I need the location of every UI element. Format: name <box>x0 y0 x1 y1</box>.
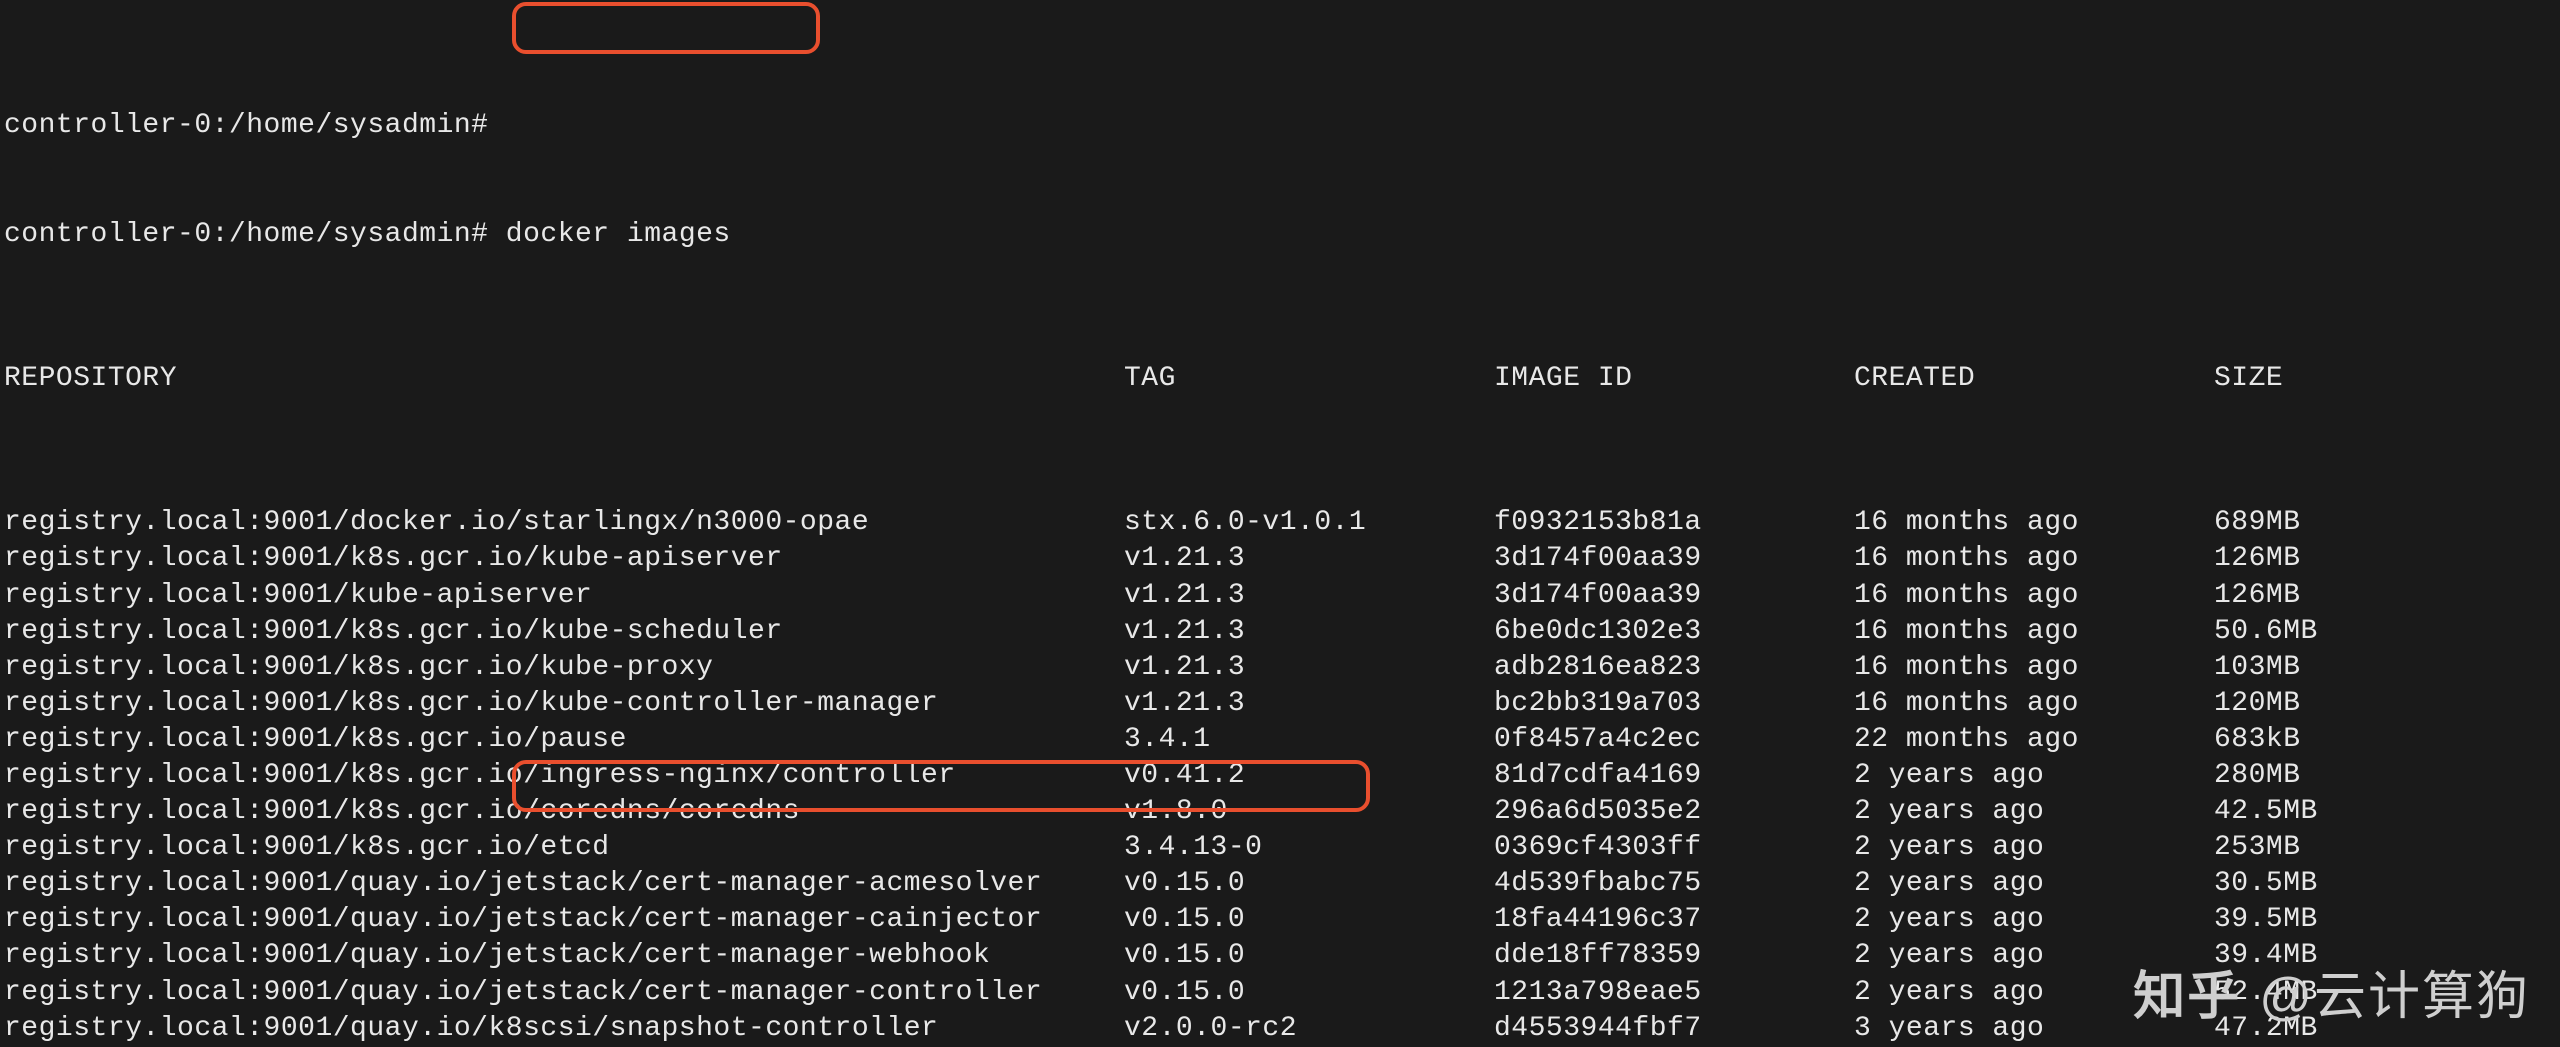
cell-image-id: 1213a798eae5 <box>1494 975 1854 1011</box>
cell-created: 16 months ago <box>1854 578 2214 614</box>
prompt-line-cmd-images: controller-0:/home/sysadmin# docker imag… <box>4 217 2556 253</box>
cell-created: 2 years ago <box>1854 758 2214 794</box>
cell-tag: v0.15.0 <box>1124 975 1494 1011</box>
cell-repository: registry.local:9001/k8s.gcr.io/pause <box>4 722 1124 758</box>
zhihu-logo-icon: 知乎 <box>2133 954 2241 1029</box>
table-row: registry.local:9001/k8s.gcr.io/ingress-n… <box>4 758 2556 794</box>
prompt-line: controller-0:/home/sysadmin# <box>4 108 2556 144</box>
cell-image-id: 4d539fbabc75 <box>1494 866 1854 902</box>
cell-repository: registry.local:9001/k8s.gcr.io/etcd <box>4 830 1124 866</box>
cell-size: 253MB <box>2214 830 2301 866</box>
cell-repository: registry.local:9001/k8s.gcr.io/ingress-n… <box>4 758 1124 794</box>
cell-tag: 3.4.13-0 <box>1124 830 1494 866</box>
watermark: 知乎 @云计算狗 <box>2133 954 2530 1029</box>
cmd-docker-images: docker images <box>506 219 731 250</box>
table-row: registry.local:9001/quay.io/jetstack/cer… <box>4 866 2556 902</box>
cell-tag: v1.21.3 <box>1124 650 1494 686</box>
cell-tag: v1.21.3 <box>1124 686 1494 722</box>
table-row: registry.local:9001/k8s.gcr.io/kube-cont… <box>4 686 2556 722</box>
cell-image-id: 3d174f00aa39 <box>1494 541 1854 577</box>
cell-repository: registry.local:9001/quay.io/jetstack/cer… <box>4 866 1124 902</box>
cell-size: 30.5MB <box>2214 866 2318 902</box>
cell-tag: v0.41.2 <box>1124 758 1494 794</box>
col-created: CREATED <box>1854 361 2214 397</box>
cell-repository: registry.local:9001/k8s.gcr.io/kube-apis… <box>4 541 1124 577</box>
cell-repository: registry.local:9001/quay.io/jetstack/cer… <box>4 938 1124 974</box>
table-row: registry.local:9001/k8s.gcr.io/kube-sche… <box>4 614 2556 650</box>
cell-created: 16 months ago <box>1854 541 2214 577</box>
cell-repository: registry.local:9001/quay.io/k8scsi/snaps… <box>4 1011 1124 1047</box>
cell-created: 16 months ago <box>1854 505 2214 541</box>
cell-image-id: adb2816ea823 <box>1494 650 1854 686</box>
col-size: SIZE <box>2214 361 2283 397</box>
cell-tag: stx.6.0-v1.0.1 <box>1124 505 1494 541</box>
cell-tag: v0.15.0 <box>1124 866 1494 902</box>
cell-tag: 3.4.1 <box>1124 722 1494 758</box>
table-row: registry.local:9001/kube-apiserverv1.21.… <box>4 578 2556 614</box>
cell-created: 22 months ago <box>1854 722 2214 758</box>
cell-tag: v1.21.3 <box>1124 541 1494 577</box>
cell-image-id: bc2bb319a703 <box>1494 686 1854 722</box>
cell-image-id: 0f8457a4c2ec <box>1494 722 1854 758</box>
cell-repository: registry.local:9001/quay.io/jetstack/cer… <box>4 975 1124 1011</box>
table-row: registry.local:9001/k8s.gcr.io/etcd3.4.1… <box>4 830 2556 866</box>
cell-repository: registry.local:9001/k8s.gcr.io/kube-cont… <box>4 686 1124 722</box>
col-tag: TAG <box>1124 361 1494 397</box>
cell-image-id: f0932153b81a <box>1494 505 1854 541</box>
cell-tag: v1.21.3 <box>1124 578 1494 614</box>
cell-size: 126MB <box>2214 578 2301 614</box>
cell-repository: registry.local:9001/k8s.gcr.io/kube-prox… <box>4 650 1124 686</box>
cell-repository: registry.local:9001/quay.io/jetstack/cer… <box>4 902 1124 938</box>
cell-repository: registry.local:9001/k8s.gcr.io/coredns/c… <box>4 794 1124 830</box>
col-repository: REPOSITORY <box>4 361 1124 397</box>
cell-repository: registry.local:9001/docker.io/starlingx/… <box>4 505 1124 541</box>
cell-size: 280MB <box>2214 758 2301 794</box>
cell-repository: registry.local:9001/k8s.gcr.io/kube-sche… <box>4 614 1124 650</box>
table-row: registry.local:9001/quay.io/jetstack/cer… <box>4 902 2556 938</box>
cell-size: 103MB <box>2214 650 2301 686</box>
cell-size: 126MB <box>2214 541 2301 577</box>
cell-tag: v1.8.0 <box>1124 794 1494 830</box>
watermark-text: @云计算狗 <box>2259 954 2530 1029</box>
cell-tag: v0.15.0 <box>1124 938 1494 974</box>
cell-created: 2 years ago <box>1854 794 2214 830</box>
table-row: registry.local:9001/docker.io/starlingx/… <box>4 505 2556 541</box>
cell-image-id: 18fa44196c37 <box>1494 902 1854 938</box>
table-row: registry.local:9001/k8s.gcr.io/coredns/c… <box>4 794 2556 830</box>
cell-size: 683kB <box>2214 722 2301 758</box>
cell-created: 16 months ago <box>1854 686 2214 722</box>
cell-created: 2 years ago <box>1854 902 2214 938</box>
cell-size: 42.5MB <box>2214 794 2318 830</box>
cell-image-id: dde18ff78359 <box>1494 938 1854 974</box>
cell-created: 2 years ago <box>1854 830 2214 866</box>
terminal[interactable]: controller-0:/home/sysadmin# controller-… <box>0 0 2560 1047</box>
cell-created: 16 months ago <box>1854 650 2214 686</box>
cell-image-id: 3d174f00aa39 <box>1494 578 1854 614</box>
cell-tag: v0.15.0 <box>1124 902 1494 938</box>
highlight-docker-images <box>512 2 820 54</box>
cell-image-id: 81d7cdfa4169 <box>1494 758 1854 794</box>
table-header: REPOSITORYTAGIMAGE IDCREATEDSIZE <box>4 361 2556 397</box>
cell-size: 689MB <box>2214 505 2301 541</box>
cell-size: 39.5MB <box>2214 902 2318 938</box>
cell-size: 50.6MB <box>2214 614 2318 650</box>
cell-size: 120MB <box>2214 686 2301 722</box>
table-row: registry.local:9001/k8s.gcr.io/kube-apis… <box>4 541 2556 577</box>
col-image-id: IMAGE ID <box>1494 361 1854 397</box>
cell-tag: v1.21.3 <box>1124 614 1494 650</box>
cell-image-id: 6be0dc1302e3 <box>1494 614 1854 650</box>
table-row: registry.local:9001/k8s.gcr.io/pause3.4.… <box>4 722 2556 758</box>
table-row: registry.local:9001/k8s.gcr.io/kube-prox… <box>4 650 2556 686</box>
cell-created: 2 years ago <box>1854 866 2214 902</box>
cell-image-id: 296a6d5035e2 <box>1494 794 1854 830</box>
cell-repository: registry.local:9001/kube-apiserver <box>4 578 1124 614</box>
cell-image-id: 0369cf4303ff <box>1494 830 1854 866</box>
cell-created: 16 months ago <box>1854 614 2214 650</box>
cell-image-id: d4553944fbf7 <box>1494 1011 1854 1047</box>
cell-tag: v2.0.0-rc2 <box>1124 1011 1494 1047</box>
